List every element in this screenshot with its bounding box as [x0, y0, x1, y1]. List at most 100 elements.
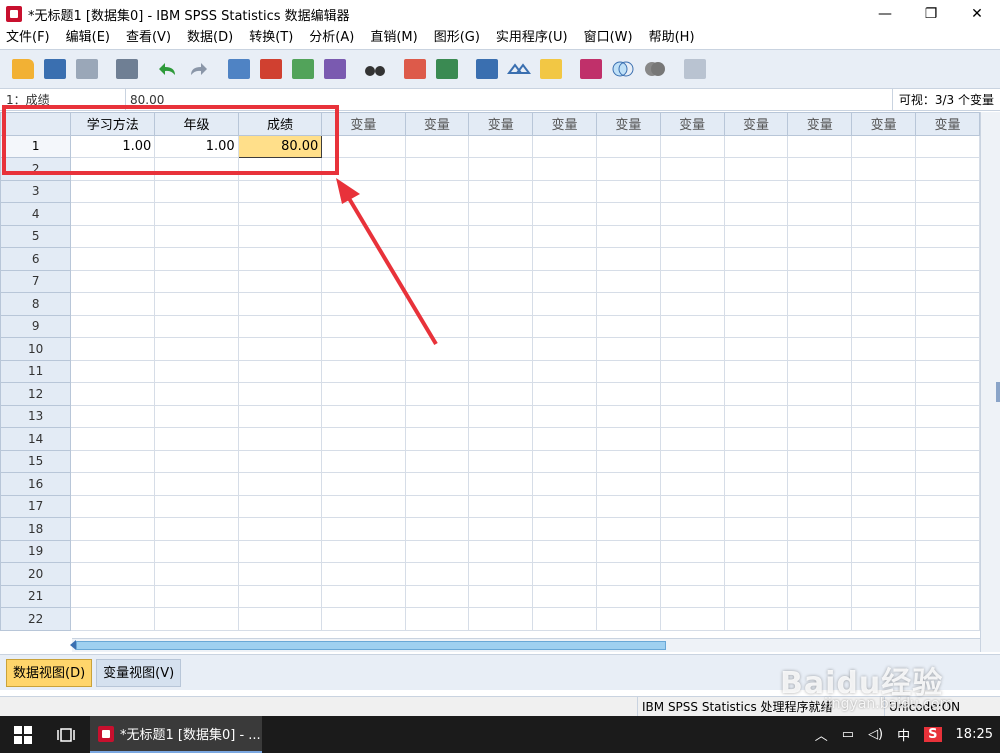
grid-cell[interactable] [154, 247, 239, 271]
grid-cell[interactable] [787, 269, 853, 293]
row-header[interactable]: 14 [0, 427, 72, 451]
grid-cell[interactable] [595, 562, 661, 586]
grid-cell[interactable] [787, 224, 853, 248]
grid-cell[interactable] [154, 382, 239, 406]
grid-cell[interactable] [404, 359, 470, 383]
row-header[interactable]: 6 [0, 247, 72, 271]
grid-cell[interactable] [321, 427, 406, 451]
tab-variable-view[interactable]: 变量视图(V) [96, 658, 182, 687]
tray-up-arrow-icon[interactable]: ︿ [815, 725, 828, 744]
grid-cell[interactable] [659, 269, 725, 293]
grid-cell[interactable] [595, 584, 661, 608]
grid-cell[interactable] [723, 449, 789, 473]
grid-cell[interactable] [851, 382, 916, 406]
grid-cell[interactable] [723, 202, 789, 226]
grid-cell[interactable] [915, 427, 980, 451]
grid-cell[interactable] [404, 562, 470, 586]
select-cases-icon[interactable] [536, 54, 566, 84]
grid-cell[interactable] [659, 224, 725, 248]
grid-cell[interactable] [723, 179, 789, 203]
grid-cell[interactable] [851, 337, 916, 361]
grid-cell[interactable] [851, 224, 916, 248]
column-header-empty[interactable]: 变量 [404, 112, 470, 136]
grid-cell[interactable] [154, 607, 239, 631]
grid-cell[interactable] [154, 562, 239, 586]
grid-cell[interactable] [595, 202, 661, 226]
grid-cell[interactable] [659, 539, 725, 563]
menu-help[interactable]: 帮助(H) [643, 28, 701, 48]
grid-cell[interactable] [532, 359, 597, 383]
menu-transform[interactable]: 转换(T) [243, 28, 299, 48]
grid-cell[interactable] [321, 449, 406, 473]
grid-cell[interactable] [154, 359, 239, 383]
grid-cell[interactable] [237, 247, 323, 271]
grid-cell[interactable] [321, 494, 406, 518]
grid-cell[interactable] [532, 494, 597, 518]
row-header[interactable]: 19 [0, 539, 72, 563]
grid-cell[interactable] [237, 404, 323, 428]
grid-cell[interactable] [787, 247, 853, 271]
grid-cell[interactable] [915, 179, 980, 203]
grid-cell[interactable] [321, 562, 406, 586]
column-header-empty[interactable]: 变量 [468, 112, 534, 136]
grid-cell[interactable] [595, 157, 661, 181]
weight-cases-icon[interactable] [504, 54, 534, 84]
grid-cell[interactable] [532, 314, 597, 338]
grid-cell[interactable] [851, 292, 916, 316]
grid-cell[interactable] [723, 359, 789, 383]
grid-cell[interactable] [237, 292, 323, 316]
grid-cell[interactable] [154, 539, 239, 563]
grid-cell[interactable] [915, 472, 980, 496]
grid-cell[interactable] [723, 427, 789, 451]
row-header[interactable]: 18 [0, 517, 72, 541]
row-header[interactable]: 15 [0, 449, 72, 473]
grid-cell[interactable] [851, 157, 916, 181]
network-icon[interactable]: ▭ [842, 727, 854, 742]
grid-cell[interactable] [468, 314, 534, 338]
grid-cell[interactable] [851, 427, 916, 451]
grid-cell[interactable] [723, 607, 789, 631]
grid-cell[interactable] [468, 607, 534, 631]
grid-cell[interactable] [915, 292, 980, 316]
grid-cell[interactable] [723, 134, 789, 158]
grid-cell[interactable] [723, 539, 789, 563]
grid-cell[interactable] [532, 584, 597, 608]
grid-cell[interactable] [595, 247, 661, 271]
grid-cell[interactable] [404, 449, 470, 473]
grid-cell[interactable] [915, 449, 980, 473]
column-header-empty[interactable]: 变量 [659, 112, 725, 136]
grid-cell[interactable] [70, 472, 156, 496]
close-button[interactable]: ✕ [954, 0, 1000, 28]
grid-cell[interactable] [787, 359, 853, 383]
grid-cell[interactable] [595, 292, 661, 316]
grid-cell[interactable] [787, 584, 853, 608]
grid-cell[interactable] [321, 382, 406, 406]
grid-cell[interactable] [915, 202, 980, 226]
grid-cell[interactable] [915, 337, 980, 361]
grid-cell[interactable] [723, 247, 789, 271]
grid-cell[interactable] [595, 494, 661, 518]
grid-cell[interactable] [723, 472, 789, 496]
row-header[interactable]: 16 [0, 472, 72, 496]
grid-cell[interactable] [787, 539, 853, 563]
grid-cell[interactable] [468, 427, 534, 451]
grid-cell[interactable] [532, 607, 597, 631]
grid-cell[interactable] [659, 314, 725, 338]
grid-cell[interactable] [723, 157, 789, 181]
row-header[interactable]: 22 [0, 607, 72, 631]
grid-cell[interactable] [70, 382, 156, 406]
row-header[interactable]: 17 [0, 494, 72, 518]
grid-cell[interactable] [154, 179, 239, 203]
grid-cell[interactable] [851, 562, 916, 586]
grid-cell[interactable] [404, 584, 470, 608]
grid-cell[interactable] [468, 269, 534, 293]
grid-cell[interactable] [851, 449, 916, 473]
grid-cell[interactable] [532, 517, 597, 541]
grid-cell[interactable] [468, 472, 534, 496]
grid-cell[interactable] [723, 562, 789, 586]
grid-cell[interactable] [70, 224, 156, 248]
grid-cell[interactable] [404, 494, 470, 518]
grid-cell[interactable] [237, 359, 323, 383]
tab-data-view[interactable]: 数据视图(D) [6, 658, 93, 687]
grid-cell[interactable] [915, 247, 980, 271]
